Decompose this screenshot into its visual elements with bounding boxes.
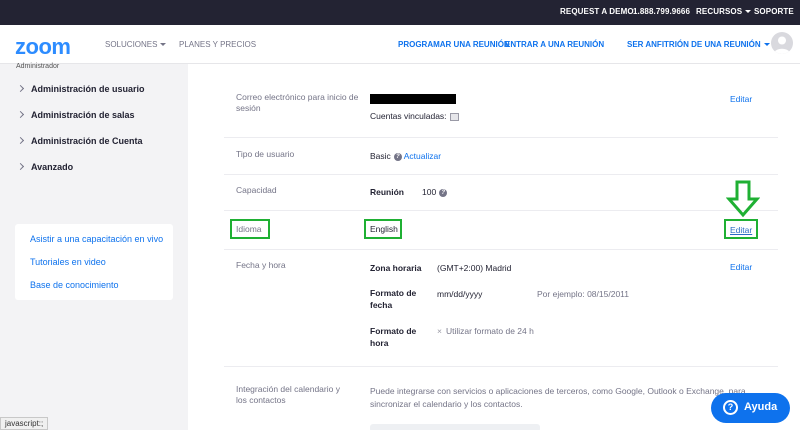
chevron-right-icon [16, 110, 25, 119]
support-link[interactable]: SOPORTE [754, 7, 794, 16]
meeting-capacity-value: 100 [422, 187, 437, 197]
help-button[interactable]: ? Ayuda [711, 393, 790, 423]
time-format-label-1: Formato de [370, 326, 417, 336]
language-label: Idioma [236, 224, 262, 234]
divider [224, 137, 778, 138]
sidebar-item-account-management[interactable]: Administración de Cuenta [16, 136, 143, 146]
avatar[interactable] [771, 32, 793, 54]
user-type-value: Basic [370, 151, 391, 161]
sidebar-item-user-management[interactable]: Administración de usuario [16, 84, 145, 94]
help-icon[interactable]: ? [393, 152, 402, 161]
edit-language-button[interactable]: Editar [730, 225, 752, 235]
language-value: English [370, 224, 398, 234]
sidebar-item-label: Administración de Cuenta [31, 136, 143, 146]
divider [224, 210, 778, 211]
main-header: zoom SOLUCIONES PLANES Y PRECIOS PROGRAM… [0, 25, 800, 64]
help-icon: ? [723, 400, 738, 415]
date-format-value: mm/dd/yyyy [437, 289, 483, 299]
browser-status-bar: javascript:; [0, 417, 49, 430]
redacted-email [370, 94, 456, 104]
timezone-label: Zona horaria [370, 263, 422, 273]
sidebar-item-label: Administración de salas [31, 110, 135, 120]
timezone-value: (GMT+2:00) Madrid [437, 263, 512, 273]
chevron-right-icon [16, 136, 25, 145]
datetime-label: Fecha y hora [236, 260, 286, 270]
sidebar-item-advanced[interactable]: Avanzado [16, 162, 74, 172]
edit-datetime-button[interactable]: Editar [730, 262, 752, 272]
divider [224, 249, 778, 250]
upgrade-link[interactable]: Actualizar [404, 151, 441, 161]
chevron-down-icon [745, 10, 752, 14]
date-format-label-2: fecha [370, 300, 393, 310]
arrow-down-icon [726, 180, 760, 218]
host-meeting-menu[interactable]: SER ANFITRIÓN DE UNA REUNIÓN [627, 40, 770, 49]
solutions-menu[interactable]: SOLUCIONES [105, 40, 167, 49]
resources-label: RECURSOS [696, 7, 743, 16]
calendar-label-line-1: Integración del calendario y [236, 384, 340, 394]
phone-link[interactable]: 1.888.799.9666 [633, 7, 690, 16]
help-button-label: Ayuda [744, 401, 778, 413]
host-meeting-label: SER ANFITRIÓN DE UNA REUNIÓN [627, 40, 761, 49]
edit-email-button[interactable]: Editar [730, 94, 752, 104]
divider [224, 366, 778, 367]
divider [224, 174, 778, 175]
sidebar: Administrador Administración de usuario … [0, 63, 188, 430]
resources-menu[interactable]: RECURSOS [696, 7, 752, 16]
meeting-capacity-group: 100? [422, 187, 448, 198]
linked-accounts-label: Cuentas vinculadas: [370, 111, 447, 121]
schedule-meeting-link[interactable]: PROGRAMAR UNA REUNIÓN [398, 40, 510, 49]
user-avatar-icon [774, 36, 790, 54]
solutions-label: SOLUCIONES [105, 40, 158, 49]
chevron-down-icon [763, 43, 770, 47]
knowledge-base-link[interactable]: Base de conocimiento [30, 280, 119, 290]
sidebar-item-label: Administración de usuario [31, 84, 145, 94]
user-type-label: Tipo de usuario [236, 149, 295, 159]
sidebar-item-room-management[interactable]: Administración de salas [16, 110, 135, 120]
chevron-right-icon [16, 162, 25, 171]
help-icon[interactable]: ? [439, 188, 448, 197]
chevron-down-icon [160, 43, 167, 47]
help-links-box: Asistir a una capacitación en vivo Tutor… [15, 224, 173, 300]
meeting-capacity-label: Reunión [370, 187, 404, 197]
zoom-logo[interactable]: zoom [15, 34, 71, 60]
calendar-label-line-2: los contactos [236, 395, 286, 405]
email-label: Correo electrónico para inicio de sesión [236, 92, 359, 113]
video-tutorials-link[interactable]: Tutoriales en video [30, 257, 106, 267]
linked-accounts: Cuentas vinculadas: [370, 111, 459, 122]
plans-link[interactable]: PLANES Y PRECIOS [179, 40, 256, 49]
date-format-label-1: Formato de [370, 288, 417, 298]
join-meeting-link[interactable]: ENTRAR A UNA REUNIÓN [505, 40, 604, 49]
profile-content: Correo electrónico para inicio de sesión… [188, 64, 800, 430]
live-training-link[interactable]: Asistir a una capacitación en vivo [30, 234, 163, 244]
capacity-label: Capacidad [236, 185, 277, 195]
time-format-value: Utilizar formato de 24 h [445, 326, 534, 336]
close-icon: × [437, 326, 442, 336]
sidebar-section-label: Administrador [16, 63, 60, 70]
date-format-example: Por ejemplo: 08/15/2011 [537, 289, 629, 299]
time-format-value-group: × Utilizar formato de 24 h [437, 326, 534, 337]
calendar-text-line-1: Puede integrarse con servicios o aplicac… [370, 386, 746, 396]
request-demo-link[interactable]: REQUEST A DEMO [560, 7, 634, 16]
linked-account-icon [449, 112, 459, 121]
top-utility-bar: REQUEST A DEMO 1.888.799.9666 RECURSOS S… [0, 0, 800, 25]
time-format-label-2: hora [370, 338, 389, 348]
calendar-text-line-2: sincronizar el calendario y los contacto… [370, 399, 523, 409]
sidebar-item-label: Avanzado [31, 162, 74, 172]
user-type-value-group: Basic? Actualizar [370, 151, 441, 162]
chevron-right-icon [16, 84, 25, 93]
calendar-connect-button[interactable] [370, 424, 540, 430]
